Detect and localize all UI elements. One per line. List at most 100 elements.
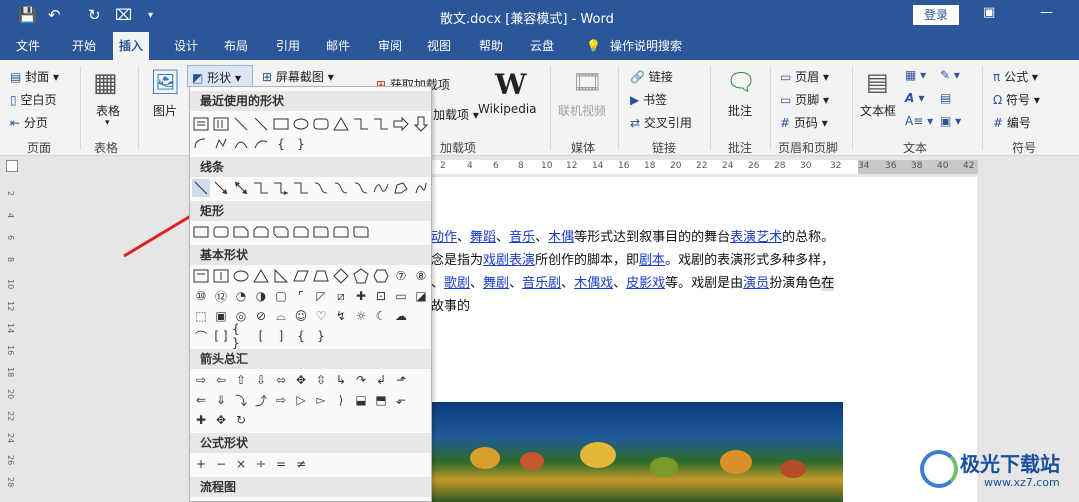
snip-round-rect-shape[interactable]: [292, 223, 310, 241]
can-shape[interactable]: ◪: [412, 287, 430, 305]
pictures-button[interactable]: 图片: [153, 102, 177, 119]
right-bracket-shape[interactable]: ]: [272, 327, 290, 345]
tab-design[interactable]: 设计: [168, 32, 204, 60]
right-arrow-shape[interactable]: ⇨: [192, 371, 210, 389]
symbol-button[interactable]: Ω 符号 ▾: [993, 91, 1040, 108]
my-addins-button[interactable]: 加载项 ▾: [433, 106, 479, 123]
circular-arrow-shape[interactable]: ↻: [232, 411, 250, 429]
right-triangle-shape[interactable]: [272, 267, 290, 285]
tab-review[interactable]: 审阅: [372, 32, 408, 60]
doc-link[interactable]: 动作: [431, 230, 457, 245]
snip-same-side-rect-shape[interactable]: [252, 223, 270, 241]
cross-shape[interactable]: ⊡: [372, 287, 390, 305]
double-bracket-shape[interactable]: [ ]: [212, 327, 230, 345]
cube-shape[interactable]: ⬚: [192, 307, 210, 325]
doc-link[interactable]: 表演艺术: [730, 230, 782, 245]
freeform-shape[interactable]: [392, 179, 410, 197]
oval-shape[interactable]: [232, 267, 250, 285]
doc-link[interactable]: 皮影戏: [626, 276, 665, 291]
curved-left-arrow-shape[interactable]: ⇓: [212, 391, 230, 409]
curve-shape[interactable]: [232, 135, 250, 153]
bent-arrow-shape[interactable]: ↳: [332, 371, 350, 389]
minimize-button[interactable]: —: [1040, 5, 1053, 20]
screenshot-button[interactable]: ⊞ 屏幕截图 ▾: [262, 68, 334, 85]
link-button[interactable]: 🔗 链接: [630, 68, 673, 85]
line-shape[interactable]: [232, 115, 250, 133]
new-comment-icon[interactable]: 🗨: [726, 68, 756, 96]
doc-link[interactable]: 歌剧: [444, 276, 470, 291]
rounded-rect-shape[interactable]: [212, 223, 230, 241]
chevron-shape[interactable]: ⟩: [332, 391, 350, 409]
dodecagon-shape[interactable]: ⑫: [212, 287, 230, 305]
block-arc-shape[interactable]: ⌓: [272, 307, 290, 325]
quick-parts-icon[interactable]: ▦ ▾: [905, 68, 926, 82]
table-button[interactable]: 表格: [96, 102, 120, 119]
line-shape-selected[interactable]: [192, 179, 210, 197]
bevel-shape[interactable]: ▣: [212, 307, 230, 325]
minus-shape[interactable]: −: [212, 455, 230, 473]
freeform-shape[interactable]: [212, 135, 230, 153]
curved-right-arrow-shape[interactable]: ⇐: [192, 391, 210, 409]
date-time-icon[interactable]: ▤: [940, 91, 951, 105]
l-shape[interactable]: ⧄: [332, 287, 350, 305]
pentagon-shape[interactable]: [352, 267, 370, 285]
tell-me-search[interactable]: 操作说明搜索: [604, 32, 688, 60]
comment-button[interactable]: 批注: [728, 102, 752, 119]
doc-link[interactable]: 戏剧表演: [483, 253, 535, 268]
round-single-corner-shape[interactable]: [312, 223, 330, 241]
cover-page-button[interactable]: ▤ 封面 ▾: [10, 68, 59, 85]
doc-link[interactable]: 音乐剧: [522, 276, 561, 291]
quad-arrow-shape[interactable]: ✥: [292, 371, 310, 389]
left-bracket-shape[interactable]: [: [252, 327, 270, 345]
object-icon[interactable]: ▣ ▾: [940, 114, 961, 128]
tab-file[interactable]: 文件: [10, 32, 46, 60]
numbering-button[interactable]: # 编号: [993, 114, 1031, 131]
left-arrow-callout-shape[interactable]: ⬐: [392, 391, 410, 409]
parallelogram-shape[interactable]: [292, 267, 310, 285]
moon-shape[interactable]: ☾: [372, 307, 390, 325]
elbow-connector-shape[interactable]: [352, 115, 370, 133]
down-arrow-shape[interactable]: [412, 115, 430, 133]
rectangle-shape[interactable]: [192, 223, 210, 241]
right-arrow-callout-shape[interactable]: ⬓: [352, 391, 370, 409]
textbox-shape[interactable]: [192, 115, 210, 133]
elbow-connector-shape[interactable]: [252, 179, 270, 197]
right-arrow-shape[interactable]: [392, 115, 410, 133]
octagon-shape[interactable]: ⑧: [412, 267, 430, 285]
textbox-icon[interactable]: ▤: [866, 68, 889, 96]
right-brace-shape[interactable]: }: [292, 135, 310, 153]
textbox-button[interactable]: 文本框: [860, 102, 896, 119]
document-landscape-image[interactable]: [430, 402, 843, 502]
oval-shape[interactable]: [292, 115, 310, 133]
doc-link[interactable]: 舞剧: [483, 276, 509, 291]
doc-link[interactable]: 音乐: [509, 230, 535, 245]
page-break-button[interactable]: ⇤ 分页: [10, 114, 48, 131]
lightning-bolt-shape[interactable]: ↯: [332, 307, 350, 325]
wikipedia-button[interactable]: Wikipedia: [478, 102, 537, 116]
tab-references[interactable]: 引用: [270, 32, 306, 60]
footer-button[interactable]: ▭ 页脚 ▾: [780, 91, 829, 108]
tab-mailings[interactable]: 邮件: [320, 32, 356, 60]
snip-diagonal-rect-shape[interactable]: [272, 223, 290, 241]
left-brace-shape[interactable]: {: [292, 327, 310, 345]
undo-icon[interactable]: ↶: [48, 6, 61, 24]
left-right-arrow-shape[interactable]: ⬄: [272, 371, 290, 389]
ribbon-display-options-icon[interactable]: ▣: [983, 5, 995, 20]
redo-icon[interactable]: ↻: [88, 6, 101, 24]
doc-link[interactable]: 木偶: [548, 230, 574, 245]
doc-link[interactable]: 舞蹈: [470, 230, 496, 245]
rectangle-shape[interactable]: [272, 115, 290, 133]
curved-up-arrow-shape[interactable]: ⤵: [232, 391, 250, 409]
rounded-rect-shape[interactable]: [312, 115, 330, 133]
diamond-shape[interactable]: [332, 267, 350, 285]
doc-link[interactable]: 木偶戏: [574, 276, 613, 291]
decagon-shape[interactable]: ⑩: [192, 287, 210, 305]
signature-line-icon[interactable]: ✎ ▾: [940, 68, 960, 82]
tab-cloud[interactable]: 云盘: [524, 32, 560, 60]
arrow-line-shape[interactable]: [212, 179, 230, 197]
bookmark-button[interactable]: ▶ 书签: [630, 91, 667, 108]
equal-shape[interactable]: =: [272, 455, 290, 473]
save-icon[interactable]: 💾: [18, 6, 37, 24]
shapes-button[interactable]: ◩ 形状 ▾: [187, 65, 253, 87]
not-equal-shape[interactable]: ≠: [292, 455, 310, 473]
